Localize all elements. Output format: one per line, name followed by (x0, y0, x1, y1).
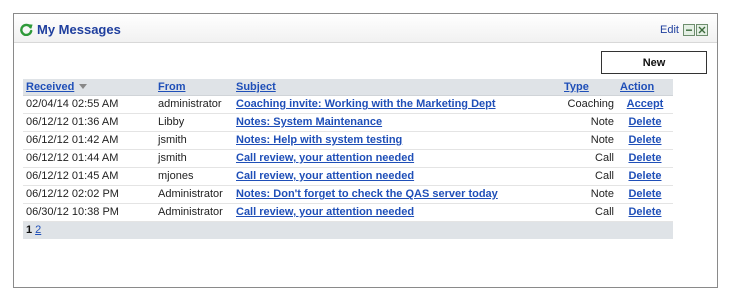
pager-current-page: 1 (26, 224, 33, 237)
received-cell: 06/30/12 10:38 PM (23, 203, 155, 222)
action-cell: Delete (617, 203, 673, 222)
pager: 12 (23, 221, 673, 239)
refresh-icon[interactable] (20, 23, 33, 36)
messages-table: Received From Subject Type Action 02/04/… (23, 79, 673, 239)
delete-link[interactable]: Delete (628, 206, 661, 218)
from-cell: Administrator (155, 185, 233, 204)
action-cell: Delete (617, 131, 673, 150)
received-cell: 06/12/12 01:45 AM (23, 167, 155, 186)
table-row: 06/12/12 01:44 AM jsmith Call review, your… (23, 149, 673, 168)
subject-sort-link[interactable]: Subject (236, 81, 276, 93)
action-cell: Delete (617, 167, 673, 186)
delete-link[interactable]: Delete (628, 152, 661, 164)
from-cell: Libby (155, 113, 233, 132)
subject-cell: Notes: Help with system testing (233, 131, 561, 150)
action-cell: Delete (617, 185, 673, 204)
subject-link[interactable]: Notes: Help with system testing (236, 134, 402, 146)
from-cell: mjones (155, 167, 233, 186)
close-icon[interactable] (696, 24, 708, 36)
received-cell: 06/12/12 01:42 AM (23, 131, 155, 150)
pager-row: 12 (23, 221, 673, 239)
subject-link[interactable]: Call review, your attention needed (236, 152, 414, 164)
type-cell: Note (561, 113, 617, 132)
action-cell: Delete (617, 113, 673, 132)
subject-link[interactable]: Notes: System Maintenance (236, 116, 382, 128)
delete-link[interactable]: Delete (628, 170, 661, 182)
received-sort-link[interactable]: Received (26, 81, 74, 93)
action-cell: Accept (617, 95, 673, 114)
column-header-type[interactable]: Type (561, 79, 617, 96)
subject-link[interactable]: Call review, your attention needed (236, 170, 414, 182)
from-cell: administrator (155, 95, 233, 114)
edit-link[interactable]: Edit (660, 24, 679, 36)
table-header-row: Received From Subject Type Action (23, 79, 673, 96)
type-cell: Note (561, 185, 617, 204)
pager-page-link[interactable]: 2 (35, 224, 41, 236)
delete-link[interactable]: Delete (628, 188, 661, 200)
table-row: 06/30/12 10:38 PM Administrator Call revie… (23, 203, 673, 222)
table-row: 06/12/12 01:45 AM mjones Call review, your… (23, 167, 673, 186)
accept-link[interactable]: Accept (627, 98, 664, 110)
subject-link[interactable]: Notes: Don't forget to check the QAS ser… (236, 188, 498, 200)
minimize-icon[interactable] (683, 24, 695, 36)
panel-header: My Messages Edit (14, 14, 717, 43)
subject-cell: Notes: System Maintenance (233, 113, 561, 132)
type-cell: Note (561, 131, 617, 150)
subject-link[interactable]: Coaching invite: Working with the Market… (236, 98, 496, 110)
received-cell: 06/12/12 02:02 PM (23, 185, 155, 204)
from-sort-link[interactable]: From (158, 81, 186, 93)
sort-down-icon[interactable] (79, 84, 88, 90)
new-message-button[interactable]: New (601, 51, 707, 74)
table-row: 02/04/14 02:55 AM administrator Coaching i… (23, 95, 673, 114)
header-tools: Edit (660, 24, 708, 36)
action-sort-link[interactable]: Action (620, 81, 654, 93)
subject-cell: Coaching invite: Working with the Market… (233, 95, 561, 114)
panel-title: My Messages (37, 22, 121, 37)
table-row: 06/12/12 01:36 AM Libby Notes: System Main… (23, 113, 673, 132)
messages-table-body: 02/04/14 02:55 AM administrator Coaching i… (23, 95, 673, 222)
table-row: 06/12/12 02:02 PM Administrator Notes: Don… (23, 185, 673, 204)
from-cell: jsmith (155, 131, 233, 150)
type-sort-link[interactable]: Type (564, 81, 589, 93)
my-messages-panel: My Messages Edit New Received From Subje… (13, 13, 718, 288)
table-row: 06/12/12 01:42 AM jsmith Notes: Help with … (23, 131, 673, 150)
delete-link[interactable]: Delete (628, 134, 661, 146)
from-cell: Administrator (155, 203, 233, 222)
delete-link[interactable]: Delete (628, 116, 661, 128)
type-cell: Call (561, 167, 617, 186)
received-cell: 02/04/14 02:55 AM (23, 95, 155, 114)
subject-link[interactable]: Call review, your attention needed (236, 206, 414, 218)
type-cell: Coaching (561, 95, 617, 114)
from-cell: jsmith (155, 149, 233, 168)
action-cell: Delete (617, 149, 673, 168)
subject-cell: Call review, your attention needed (233, 167, 561, 186)
column-header-action[interactable]: Action (617, 79, 673, 96)
subject-cell: Notes: Don't forget to check the QAS ser… (233, 185, 561, 204)
column-header-received[interactable]: Received (23, 79, 155, 96)
column-header-from[interactable]: From (155, 79, 233, 96)
subject-cell: Call review, your attention needed (233, 203, 561, 222)
type-cell: Call (561, 203, 617, 222)
received-cell: 06/12/12 01:44 AM (23, 149, 155, 168)
received-cell: 06/12/12 01:36 AM (23, 113, 155, 132)
column-header-subject[interactable]: Subject (233, 79, 561, 96)
type-cell: Call (561, 149, 617, 168)
subject-cell: Call review, your attention needed (233, 149, 561, 168)
